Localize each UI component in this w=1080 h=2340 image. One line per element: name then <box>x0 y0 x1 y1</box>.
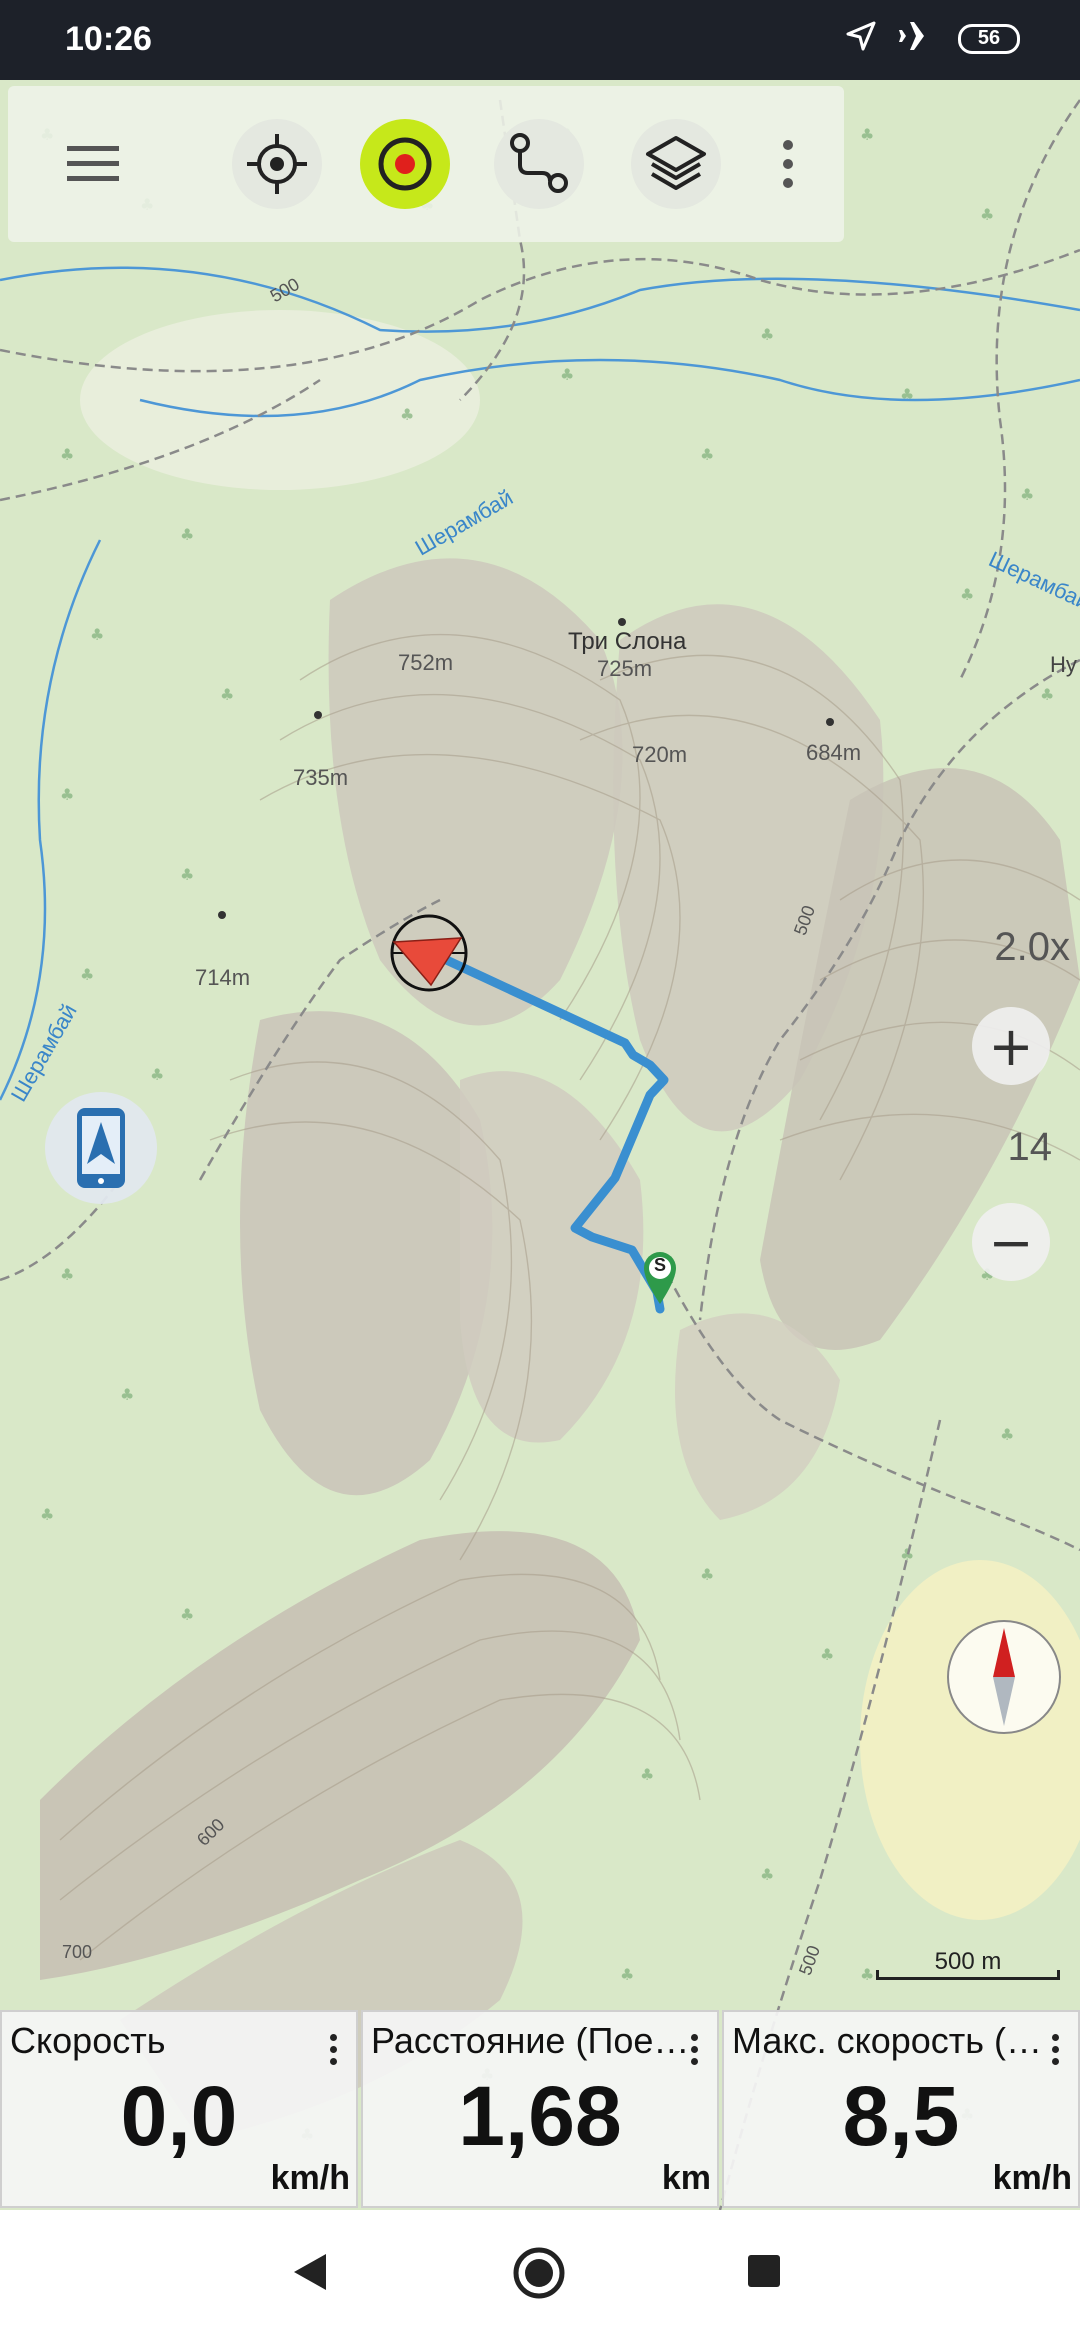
back-icon <box>294 2254 326 2290</box>
widget-menu-icon[interactable] <box>1052 2034 1060 2070</box>
start-marker-label: S <box>653 1255 666 1275</box>
recents-icon <box>748 2255 780 2287</box>
distance-widget[interactable]: Расстояние (Пое… 1,68 km <box>361 2010 719 2208</box>
compass-icon <box>993 1628 1015 1726</box>
more-options-icon <box>783 140 793 188</box>
status-icons: 56 <box>844 18 1020 59</box>
max-speed-widget[interactable]: Макс. скорость (… 8,5 km/h <box>722 2010 1080 2208</box>
zoom-level-label: 14 <box>1007 1125 1053 1169</box>
speed-widget[interactable]: Скорость 0,0 km/h <box>0 2010 358 2208</box>
zoom-in-button[interactable]: + <box>972 1007 1050 1085</box>
route-button[interactable] <box>494 119 584 209</box>
phone-navigation-icon <box>77 1108 125 1188</box>
track-recording-button[interactable] <box>360 119 450 209</box>
widget-value: 1,68 <box>458 2069 622 2163</box>
airplane-mode-icon <box>898 18 938 59</box>
current-position-icon[interactable] <box>389 913 469 993</box>
widget-menu-icon[interactable] <box>330 2034 338 2070</box>
info-widgets: Скорость 0,0 km/h Расстояние (Пое… 1,68 … <box>0 2008 1080 2210</box>
zoom-factor-label: 2.0x <box>994 925 1070 969</box>
widget-title: Скорость <box>10 2020 166 2061</box>
map-view[interactable]: ♣♣♣♣ ♣♣♣♣ ♣♣♣♣ ♣♣♣♣ ♣♣♣♣ ♣♣♣♣ ♣♣♣♣ ♣♣♣♣ … <box>0 80 1080 2210</box>
battery-icon: 56 <box>958 23 1020 54</box>
locate-button[interactable] <box>232 119 322 209</box>
scale-line <box>876 1970 1060 1980</box>
widget-unit: km/h <box>992 2159 1072 2197</box>
menu-button[interactable] <box>48 119 138 209</box>
widget-value: 0,0 <box>120 2069 238 2163</box>
layers-button[interactable] <box>631 119 721 209</box>
widget-value: 8,5 <box>842 2069 960 2163</box>
track-recording-icon <box>378 137 432 191</box>
status-bar: 10:26 56 <box>0 0 1080 80</box>
widget-title: Расстояние (Пое… <box>371 2020 690 2061</box>
widget-unit: km/h <box>270 2159 350 2197</box>
route-icon <box>510 133 568 193</box>
status-time: 10:26 <box>65 20 152 58</box>
scale-bar: 500 m <box>876 1948 1060 1980</box>
track-start-marker[interactable]: S <box>640 1250 680 1311</box>
home-icon <box>513 2247 565 2299</box>
follow-mode-button[interactable] <box>45 1092 157 1204</box>
widget-menu-icon[interactable] <box>691 2034 699 2070</box>
system-navigation-bar <box>0 2210 1080 2340</box>
widget-title: Макс. скорость (… <box>732 2020 1043 2061</box>
top-toolbar <box>8 86 844 242</box>
widget-unit: km <box>661 2159 711 2197</box>
recorded-track <box>435 952 669 1314</box>
more-options-button[interactable] <box>758 119 818 209</box>
location-arrow-icon <box>844 19 878 58</box>
back-button[interactable] <box>290 2250 330 2299</box>
locate-icon <box>247 134 307 194</box>
layers-icon <box>646 136 706 190</box>
menu-icon <box>67 146 119 181</box>
home-button[interactable] <box>512 2246 566 2305</box>
compass-button[interactable] <box>947 1620 1061 1734</box>
recents-button[interactable] <box>746 2253 782 2294</box>
zoom-out-button[interactable]: − <box>972 1203 1050 1281</box>
